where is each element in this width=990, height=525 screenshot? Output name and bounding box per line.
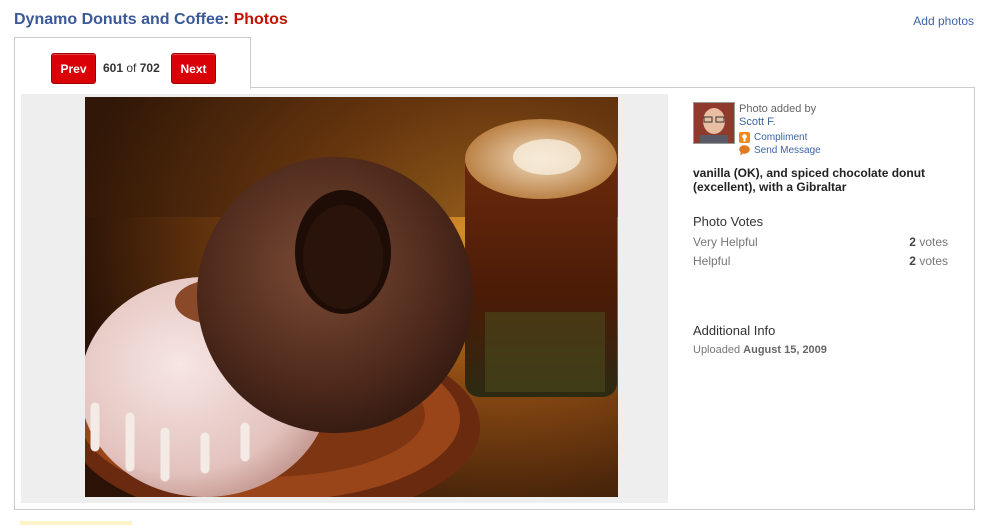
- uploaded-date: August 15, 2009: [743, 344, 827, 356]
- vote-count: 2 votes: [909, 254, 948, 268]
- uploaded-label: Uploaded: [693, 344, 741, 356]
- next-button[interactable]: Next: [171, 53, 216, 84]
- send-message-link[interactable]: Send Message: [739, 145, 821, 156]
- bottom-highlight-strip: [20, 521, 132, 525]
- title-separator: :: [223, 11, 230, 28]
- photo-counter: 601 of 702: [103, 61, 160, 75]
- vote-unit: votes: [919, 254, 948, 268]
- photo-area: [21, 94, 668, 503]
- added-by-label: Photo added by: [739, 103, 817, 115]
- vote-label: Very Helpful: [693, 235, 758, 249]
- photo-votes-heading: Photo Votes: [693, 214, 764, 229]
- additional-info-heading: Additional Info: [693, 323, 776, 338]
- vote-unit: votes: [919, 235, 948, 249]
- page-title: Dynamo Donuts and Coffee: Photos: [14, 11, 288, 29]
- prev-button[interactable]: Prev: [51, 53, 96, 84]
- vote-row-very-helpful: Very Helpful 2 votes: [693, 235, 948, 249]
- photo-panel: Photo added by Scott F. Compliment Send …: [14, 87, 975, 510]
- user-avatar[interactable]: [693, 102, 735, 144]
- vote-count-number: 2: [909, 254, 916, 268]
- pager-tab: Prev 601 of 702 Next: [14, 37, 251, 89]
- user-name-link[interactable]: Scott F.: [739, 116, 776, 128]
- compliment-link[interactable]: Compliment: [739, 132, 807, 143]
- section-name: Photos: [233, 11, 288, 28]
- vote-row-helpful: Helpful 2 votes: [693, 254, 948, 268]
- uploaded-date-line: Uploaded August 15, 2009: [693, 344, 827, 356]
- vote-count: 2 votes: [909, 235, 948, 249]
- compliment-label: Compliment: [754, 132, 808, 143]
- vote-label: Helpful: [693, 254, 731, 268]
- donut-photo[interactable]: [85, 97, 618, 497]
- business-name-link[interactable]: Dynamo Donuts and Coffee: [14, 11, 224, 28]
- total-photo-count: 702: [139, 61, 160, 75]
- vote-count-number: 2: [909, 235, 916, 249]
- compliment-icon: [739, 132, 750, 143]
- speech-bubble-icon: [739, 145, 750, 156]
- current-photo-number: 601: [103, 61, 124, 75]
- of-label: of: [126, 61, 137, 75]
- add-photos-link[interactable]: Add photos: [913, 14, 974, 28]
- send-message-label: Send Message: [754, 145, 821, 156]
- photo-caption: vanilla (OK), and spiced chocolate donut…: [693, 166, 926, 194]
